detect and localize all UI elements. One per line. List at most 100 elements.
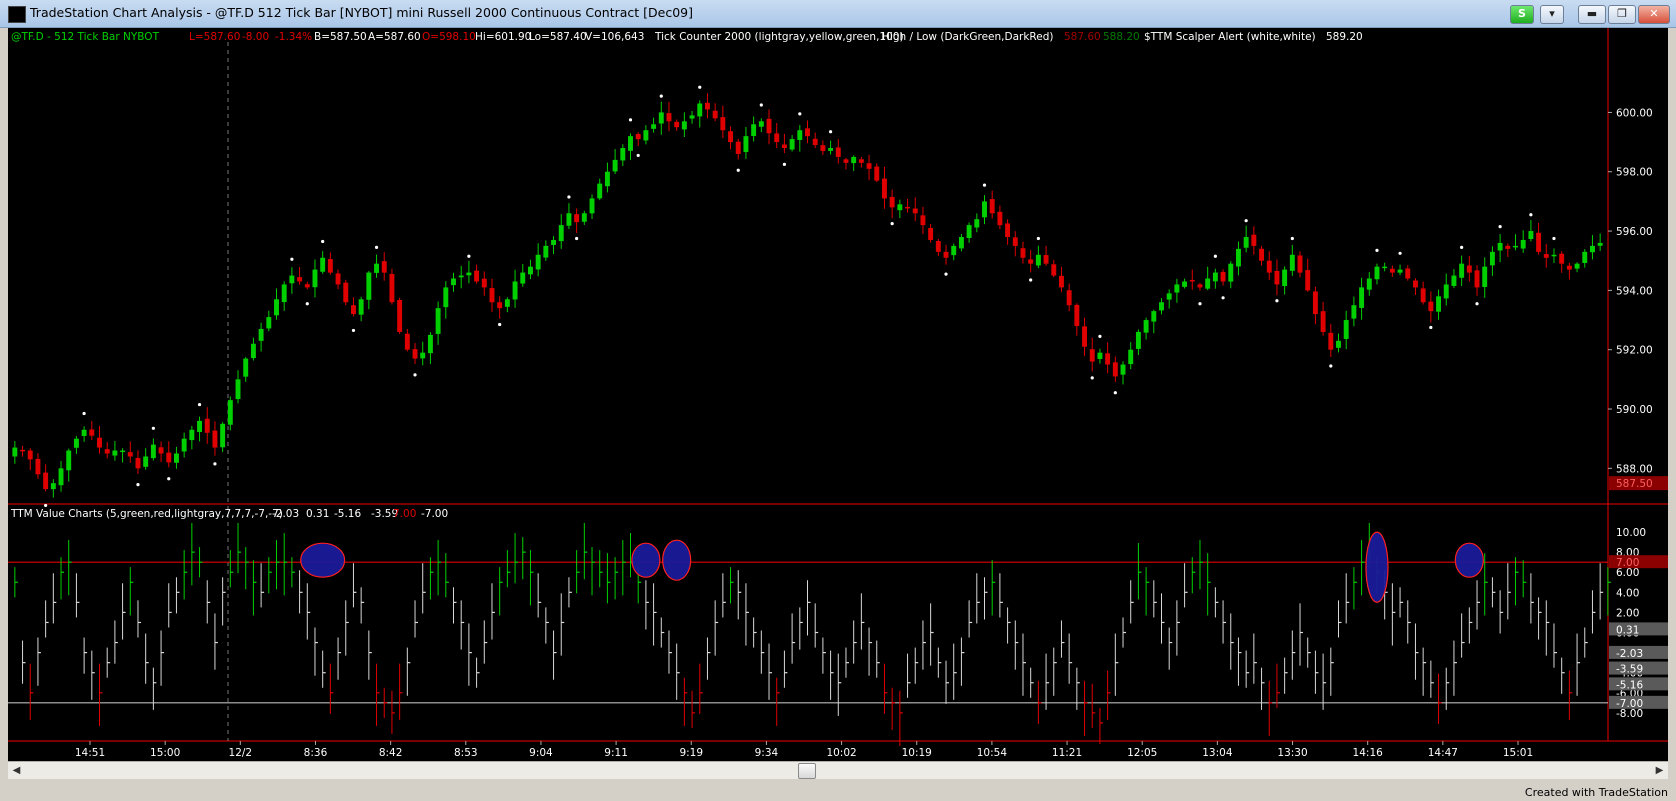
candle-body: [435, 308, 441, 334]
candle-body: [1520, 239, 1526, 249]
time-tick-label: 9:34: [755, 747, 779, 759]
candle-body: [281, 284, 287, 303]
candle-body: [1497, 242, 1503, 251]
candle-body: [27, 450, 33, 460]
candle-body: [866, 163, 872, 169]
horizontal-scrollbar[interactable]: ◀ ▶: [8, 761, 1668, 779]
header-last: L=587.60: [189, 31, 240, 43]
swing-high-dot: [1036, 236, 1040, 241]
swing-low-dot: [351, 328, 356, 333]
candle-body: [781, 144, 787, 149]
header-high: Hi=601.90: [475, 31, 531, 43]
oscillator-value-2: 0.31: [306, 508, 329, 520]
time-tick-label: 9:04: [529, 747, 553, 759]
swing-high-dot: [698, 85, 702, 89]
candle-body: [474, 270, 480, 282]
chart-panel[interactable]: @TF.D - 512 Tick Bar NYBOT L=587.60 -8.0…: [8, 28, 1668, 761]
swing-low-dot: [944, 272, 948, 276]
candle-body: [774, 133, 780, 143]
header-open: O=598.10: [422, 31, 476, 43]
candle-body: [1366, 278, 1372, 290]
swing-low-dot: [305, 302, 309, 306]
candle-body: [97, 437, 102, 448]
scroll-left-icon[interactable]: ◀: [8, 762, 25, 779]
swing-high-dot: [1290, 236, 1294, 241]
candle-body: [412, 349, 418, 359]
candle-body: [204, 418, 210, 433]
oscillator-value-label: -7.00: [1616, 698, 1643, 710]
candle-body: [1359, 287, 1365, 308]
header-scalper: $TTM Scalper Alert (white,white): [1144, 31, 1316, 43]
candle-body: [1274, 270, 1280, 285]
close-button[interactable]: ✕: [1638, 5, 1670, 24]
restore-button[interactable]: ❐: [1608, 5, 1636, 24]
candle-body: [1182, 281, 1188, 287]
price-tick-label: 598.00: [1616, 167, 1653, 179]
candle-body: [1374, 266, 1380, 280]
candle-body: [535, 254, 541, 270]
options-menu-button[interactable]: ▾: [1540, 5, 1564, 24]
swing-low-dot: [1329, 364, 1333, 368]
oscillator-value-label: 0.31: [1616, 624, 1639, 636]
header-low: Lo=587.40: [529, 31, 587, 43]
candle-body: [1051, 264, 1057, 276]
candle-body: [1528, 231, 1534, 239]
oscillator-name: TTM Value Charts (5,green,red,lightgray,…: [10, 508, 283, 520]
scrollbar-thumb[interactable]: [798, 763, 816, 779]
candle-body: [50, 483, 56, 490]
candle-body: [173, 453, 179, 463]
candle-body: [597, 183, 603, 199]
oscillator-value-label: -2.03: [1616, 648, 1643, 660]
header-pct-change: -1.34%: [275, 31, 312, 43]
swing-high-dot: [628, 118, 633, 122]
header-net-change: -8.00: [242, 31, 269, 43]
candle-body: [20, 449, 26, 452]
candle-body: [1343, 320, 1349, 339]
s-button[interactable]: S: [1510, 5, 1534, 24]
candle-body: [112, 450, 118, 456]
price-chart-svg[interactable]: @TF.D - 512 Tick Bar NYBOT L=587.60 -8.0…: [8, 28, 1668, 761]
candle-body: [797, 130, 803, 140]
header-high-low: High / Low (DarkGreen,DarkRed): [882, 31, 1053, 43]
time-tick-label: 14:51: [75, 747, 105, 759]
price-tick-label: 600.00: [1616, 107, 1653, 119]
candle-body: [235, 379, 241, 400]
candle-body: [581, 213, 587, 222]
candle-body: [1397, 269, 1403, 273]
highlight-circle-5: [1454, 542, 1484, 578]
candle-body: [912, 208, 918, 214]
swing-low-dot: [636, 153, 640, 158]
oscillator-value-label: -5.16: [1616, 679, 1643, 691]
candle-body: [905, 206, 911, 209]
scroll-right-icon[interactable]: ▶: [1651, 762, 1668, 779]
candle-body: [735, 141, 741, 154]
candle-body: [751, 124, 757, 136]
candle-body: [381, 261, 387, 273]
candle-body: [681, 121, 687, 130]
swing-high-dot: [659, 94, 663, 98]
candle-body: [243, 358, 249, 377]
candle-body: [1474, 270, 1480, 288]
time-tick-label: 13:04: [1202, 747, 1233, 759]
candle-body: [1243, 236, 1249, 248]
oscillator-value-5: 7.00: [393, 508, 416, 520]
price-axis: 600.00 598.00 596.00 594.00 592.00 590.00 588.…: [1608, 107, 1668, 491]
oscillator-tick-label: 2.00: [1616, 607, 1639, 619]
candle-body: [1174, 284, 1180, 293]
candle-body: [1166, 293, 1172, 300]
swing-high-dot: [1213, 254, 1217, 258]
minimize-button[interactable]: ▬: [1578, 5, 1606, 24]
candle-body: [1159, 302, 1164, 311]
candle-body: [1220, 271, 1226, 282]
candle-body: [704, 102, 710, 110]
oscillator-tick-label: 4.00: [1616, 587, 1639, 599]
candle-body: [81, 429, 87, 436]
swing-high-dot: [1552, 236, 1556, 241]
header-hl-value-2: 588.20: [1103, 31, 1140, 43]
candle-body: [758, 121, 764, 127]
tradestation-chart-icon: [8, 6, 26, 23]
time-tick-label: 13:30: [1277, 747, 1307, 759]
candle-body: [297, 277, 303, 282]
candle-body: [1235, 248, 1241, 267]
candle-body: [420, 352, 426, 359]
